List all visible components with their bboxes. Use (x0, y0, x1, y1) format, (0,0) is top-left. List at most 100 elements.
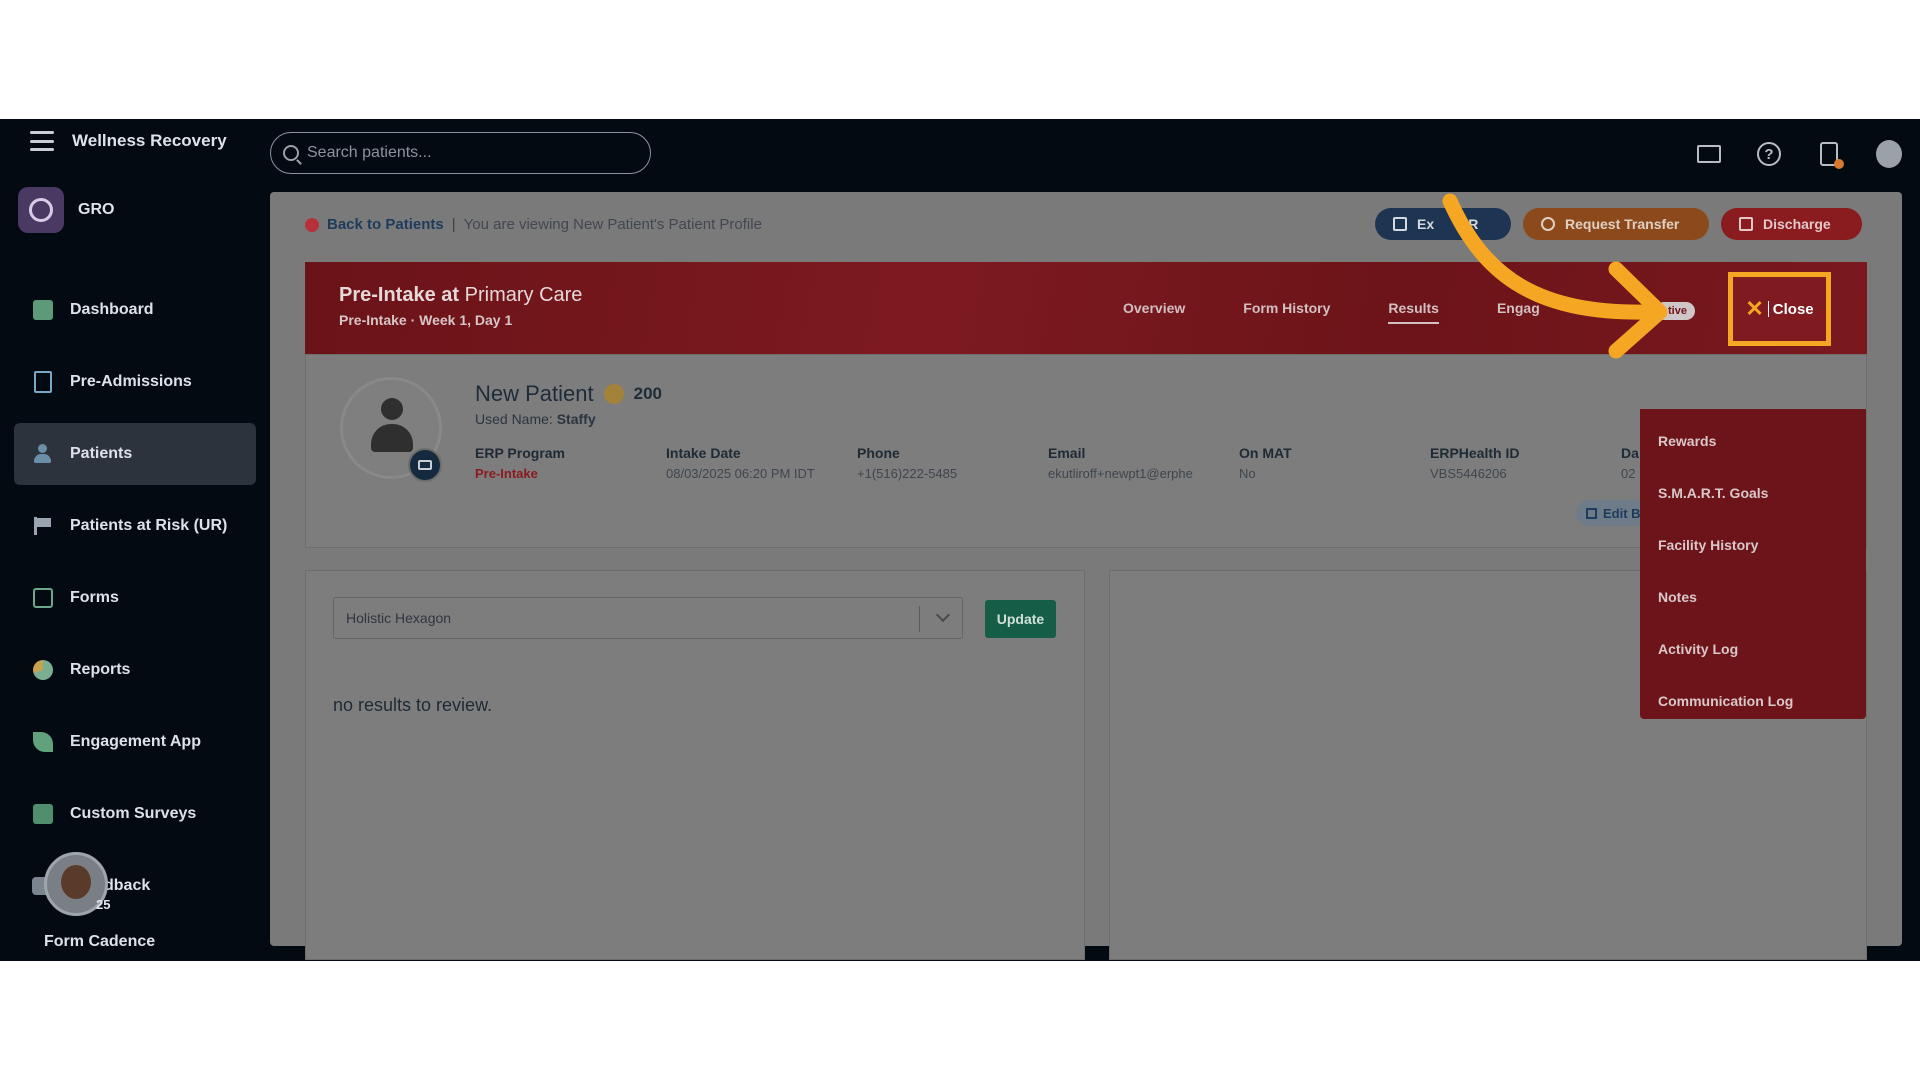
field-label: Email (1048, 445, 1086, 461)
profile-tabs: Overview Form History Results Engag (1123, 300, 1567, 324)
sidebar-item-dashboard[interactable]: Dashboard (14, 279, 256, 341)
tab-form-history[interactable]: Form History (1243, 300, 1330, 322)
used-name-label: Used Name: (475, 411, 553, 427)
sidebar-item-custom-surveys[interactable]: Custom Surveys (14, 783, 256, 845)
form-cadence-count: 25 (96, 897, 111, 912)
form-cadence-label: Form Cadence (44, 933, 156, 950)
field-intake-date: Intake Date 08/03/2025 06:20 PM IDT (666, 445, 857, 481)
request-transfer-button[interactable]: Request Transfer (1523, 208, 1709, 240)
back-arrow-icon[interactable] (305, 217, 319, 232)
sidebar-item-label: Pre-Admissions (70, 373, 192, 390)
sidebar-item-patients[interactable]: Patients (14, 423, 256, 485)
program-header: Pre-Intake at Primary Care Pre-Intake · … (305, 262, 1867, 354)
pre-admissions-icon (32, 371, 54, 393)
tab-engagement[interactable]: Engag (1497, 300, 1567, 322)
field-value: ekutliroff+newpt1@erphe (1048, 466, 1193, 481)
field-label: Phone (857, 445, 900, 461)
search-input[interactable] (307, 144, 627, 162)
app-name: Wellness Recovery (72, 131, 227, 150)
sidebar-item-engagement-app[interactable]: Engagement App (14, 711, 256, 773)
breadcrumb-context: You are viewing New Patient's Patient Pr… (463, 216, 762, 233)
menu-item-activity-log[interactable]: Activity Log (1640, 623, 1866, 675)
sidebar-item-label: Patients (70, 445, 133, 462)
menu-item-rewards[interactable]: Rewards (1640, 415, 1866, 467)
sidebar-item-label: Engagement App (70, 733, 201, 750)
brand: Wellness Recovery (30, 131, 227, 151)
person-icon (381, 398, 403, 420)
org-logo-icon (18, 187, 64, 233)
close-menu-button[interactable]: ✕ Close (1728, 272, 1831, 346)
results-panel: Holistic Hexagon Update no results to re… (305, 570, 1085, 960)
flag-icon (32, 515, 54, 537)
export-label-tail: UR (1458, 216, 1479, 232)
field-phone: Phone +1(516)222-5485 (857, 445, 1048, 481)
discharge-icon (1739, 217, 1753, 231)
user-avatar-icon[interactable] (1876, 140, 1902, 168)
org-name: GRO (78, 201, 115, 218)
menu-item-smart-goals[interactable]: S.M.A.R.T. Goals (1640, 467, 1866, 519)
field-date: Da 02 (1621, 445, 1641, 481)
field-label: Da (1621, 445, 1639, 461)
assessment-select-value: Holistic Hexagon (346, 610, 452, 626)
tab-results[interactable]: Results (1388, 300, 1439, 324)
export-ur-button[interactable]: Ex UR (1375, 208, 1511, 240)
field-value: No (1239, 466, 1256, 481)
patient-fields: ERP Program Pre-Intake Intake Date 08/03… (475, 445, 1641, 481)
sidebar-item-label: Reports (70, 661, 131, 678)
discharge-button[interactable]: Discharge (1721, 208, 1862, 240)
program-stage: Pre-Intake at (339, 284, 460, 306)
sidebar-item-reports[interactable]: Reports (14, 639, 256, 701)
edit-button[interactable]: Edit B (1576, 500, 1646, 526)
used-name: Used Name: Staffy (475, 411, 596, 427)
app-window: Wellness Recovery GRO Dashboard Pre-Admi… (0, 119, 1920, 961)
field-value: +1(516)222-5485 (857, 466, 958, 481)
sidebar: Wellness Recovery GRO Dashboard Pre-Admi… (0, 119, 268, 961)
status-badge: tive (1655, 302, 1695, 320)
export-label: Ex (1417, 216, 1435, 232)
sidebar-nav: Dashboard Pre-Admissions Patients Patien… (14, 279, 256, 927)
survey-icon (32, 803, 54, 825)
edit-label: Edit B (1603, 505, 1641, 521)
menu-icon[interactable] (30, 131, 54, 151)
transfer-icon (1541, 217, 1555, 231)
camera-icon[interactable] (408, 448, 442, 482)
sidebar-item-label: Dashboard (70, 301, 154, 318)
breadcrumb-separator: | (451, 216, 456, 233)
export-icon (1393, 217, 1407, 231)
org-switcher[interactable]: GRO (18, 187, 114, 233)
tab-overview[interactable]: Overview (1123, 300, 1185, 322)
field-label: ERP Program (475, 445, 565, 461)
reports-icon (32, 659, 54, 681)
sidebar-item-pre-admissions[interactable]: Pre-Admissions (14, 351, 256, 413)
patient-actions: Ex UR Request Transfer Discharge (1375, 208, 1862, 240)
field-on-mat: On MAT No (1239, 445, 1430, 481)
sidebar-item-forms[interactable]: Forms (14, 567, 256, 629)
sidebar-item-patients-at-risk[interactable]: Patients at Risk (UR) (14, 495, 256, 557)
field-label: Intake Date (666, 445, 741, 461)
field-label: On MAT (1239, 445, 1292, 461)
leaf-icon (32, 731, 54, 753)
patient-name: New Patient (475, 381, 594, 406)
menu-item-notes[interactable]: Notes (1640, 571, 1866, 623)
empty-results-message: no results to review. (333, 695, 493, 715)
sidebar-item-label: Custom Surveys (70, 805, 197, 822)
back-to-patients-link[interactable]: Back to Patients (327, 216, 444, 233)
assessment-select[interactable]: Holistic Hexagon (333, 597, 963, 639)
help-icon[interactable]: ? (1756, 141, 1782, 167)
used-name-value: Staffy (556, 411, 596, 427)
program-subtitle: Pre-Intake · Week 1, Day 1 (339, 312, 513, 328)
clipboard-icon[interactable] (1816, 141, 1844, 169)
field-email: Email ekutliroff+newpt1@erphe (1048, 445, 1239, 481)
menu-item-facility-history[interactable]: Facility History (1640, 519, 1866, 571)
field-label: ERPHealth ID (1430, 445, 1520, 461)
close-icon: ✕ (1745, 296, 1764, 321)
field-value: 08/03/2025 06:20 PM IDT (666, 466, 815, 481)
update-button[interactable]: Update (985, 600, 1056, 638)
mail-icon[interactable] (1696, 141, 1722, 167)
menu-item-communication-log[interactable]: Communication Log (1640, 675, 1866, 727)
patient-profile-card: New Patient 200 Used Name: Staffy ERP Pr… (305, 354, 1867, 548)
chevron-down-icon[interactable] (935, 607, 951, 623)
patients-icon (32, 443, 54, 465)
dashboard-icon (32, 299, 54, 321)
field-erphealth-id: ERPHealth ID VBS5446206 (1430, 445, 1621, 481)
